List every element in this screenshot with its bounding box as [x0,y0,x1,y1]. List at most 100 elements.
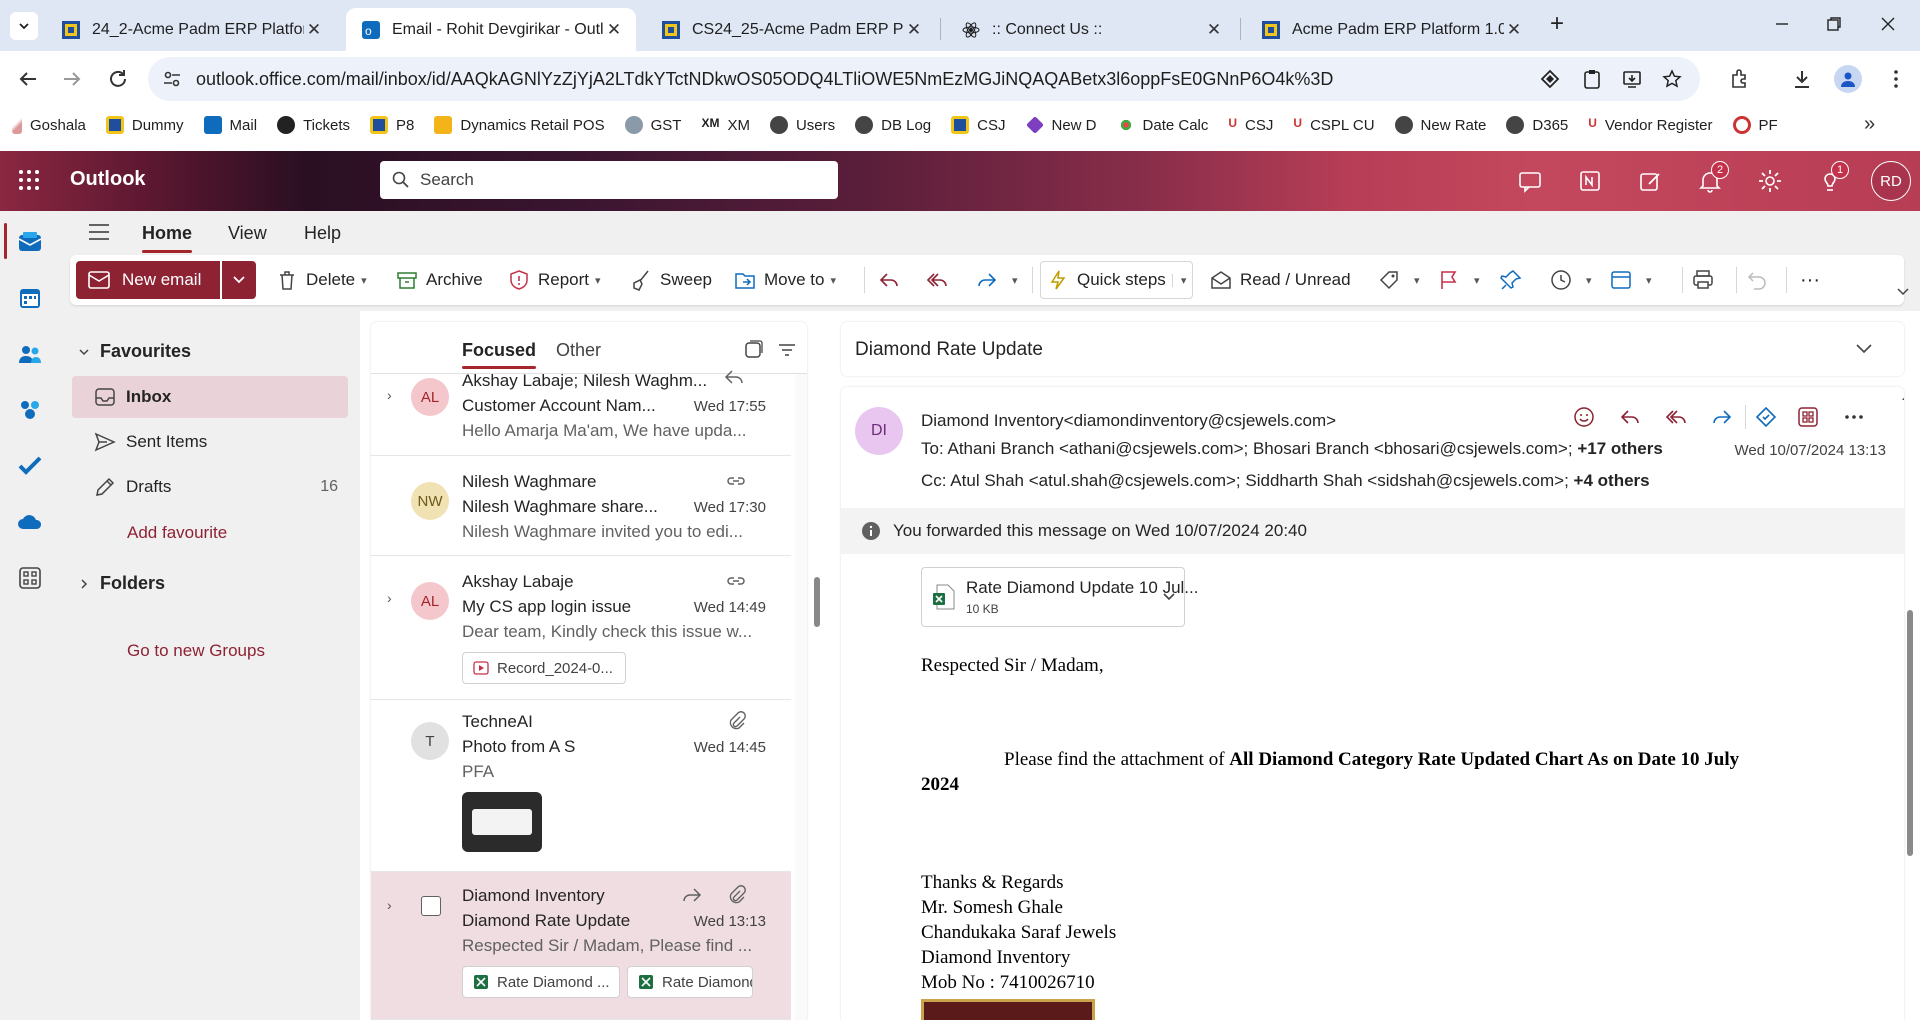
forward-button[interactable]: ▾ [976,261,1018,299]
browser-tab[interactable]: :: Connect Us :: ✕ [946,8,1236,51]
folder-sent-items[interactable]: Sent Items [72,421,348,463]
select-mode-icon[interactable] [743,340,763,360]
to-recipients[interactable]: Athani Branch <athani@csjewels.com>; Bho… [947,439,1572,458]
bookmark-item[interactable]: PF [1732,116,1778,134]
back-arrow-icon[interactable] [16,67,40,91]
folder-drafts[interactable]: Drafts 16 [72,466,348,508]
tab-other[interactable]: Other [556,340,601,361]
new-email-button[interactable]: New email [76,261,220,299]
search-box[interactable]: Search [380,161,838,199]
chevron-down-icon[interactable]: ▾ [830,274,836,287]
bookmark-item[interactable]: CSJ [951,116,1006,134]
attachment-chip[interactable]: Rate Diamond ... [462,966,620,998]
folder-inbox[interactable]: Inbox [72,376,348,418]
move-to-button[interactable]: Move to ▾ [734,261,836,299]
folders-header[interactable]: Folders [76,573,165,594]
new-email-dropdown[interactable] [222,261,256,299]
bookmark-item[interactable]: Mail [203,116,257,134]
tab-close-icon[interactable]: ✕ [1504,20,1524,40]
hamburger-menu-icon[interactable] [88,223,110,241]
browser-tab-active[interactable]: o Email - Rohit Devgirikar - Outlo ✕ [346,8,636,51]
forward-arrow-icon[interactable] [60,67,84,91]
reply-all-icon[interactable] [1664,405,1688,429]
message-item[interactable]: T TechneAI Photo from A S Wed 14:45 PFA [371,700,791,872]
read-unread-button[interactable]: Read / Unread [1210,261,1351,299]
sender-avatar[interactable]: DI [855,407,903,455]
reply-all-button[interactable] [926,261,956,299]
new-tab-button[interactable]: + [1544,12,1570,38]
ribbon-expand-chevron-icon[interactable] [1896,287,1910,297]
chevron-down-icon[interactable] [1855,342,1873,356]
app-brand[interactable]: Outlook [70,168,146,191]
tab-search-button[interactable] [10,12,38,40]
bookmark-item[interactable]: Dynamics Retail POS [434,116,605,134]
bookmark-star-icon[interactable] [1662,69,1682,89]
browser-tab[interactable]: CS24_25-Acme Padm ERP Platfc ✕ [646,8,936,51]
bookmark-item[interactable]: Dummy [105,116,184,134]
todo-app-icon[interactable] [17,453,43,479]
tab-focused[interactable]: Focused [462,340,537,369]
tab-help[interactable]: Help [304,223,341,244]
attachment-card[interactable]: Rate Diamond Update 10 Jul... 10 KB [921,567,1198,627]
message-list-scrollbar-track[interactable] [795,374,807,1020]
bookmark-item[interactable]: Date Calc [1116,116,1208,134]
bookmark-item[interactable]: GST [624,116,681,134]
chevron-right-icon[interactable]: › [387,590,392,606]
bookmark-item[interactable]: Users [769,116,835,134]
reload-icon[interactable] [106,67,130,91]
bookmark-item[interactable]: New Rate [1394,116,1486,134]
chevron-down-icon[interactable]: ▾ [1414,274,1420,287]
more-apps-icon[interactable] [17,565,43,591]
bookmark-item[interactable]: DB Log [855,116,931,134]
photo-thumbnail[interactable] [462,792,542,852]
reply-icon[interactable] [1618,405,1642,429]
chevron-right-icon[interactable]: › [387,897,392,913]
message-item[interactable]: › AL Akshay Labaje; Nilesh Waghm... Cust… [371,370,791,456]
mail-app-icon[interactable] [17,229,43,255]
extensions-puzzle-icon[interactable] [1728,67,1752,91]
pin-button[interactable] [1500,261,1530,299]
attachment-chip[interactable]: Record_2024-0... [462,652,626,684]
teams-chat-icon[interactable] [1517,168,1543,194]
apps-grid-icon[interactable] [1796,405,1820,429]
scroll-up-arrow-icon[interactable] [1901,393,1904,401]
browser-tab[interactable]: 24_2-Acme Padm ERP Platform ✕ [46,8,336,51]
forward-icon[interactable] [1710,405,1734,429]
install-app-icon[interactable] [1622,69,1642,89]
profile-avatar[interactable] [1834,65,1862,93]
flag-button[interactable]: ▾ [1438,261,1480,299]
tab-view[interactable]: View [228,223,267,244]
message-checkbox[interactable] [421,896,441,916]
chevron-down-icon[interactable]: ▾ [595,274,601,287]
rules-button[interactable]: ▾ [1610,261,1652,299]
cc-more-link[interactable]: +4 others [1574,471,1650,490]
reading-pane-scrollbar-thumb[interactable] [1907,610,1913,856]
settings-gear-icon[interactable] [1757,168,1783,194]
chevron-down-icon[interactable]: ▾ [1012,274,1018,287]
onenote-icon[interactable] [1577,168,1603,194]
undo-button[interactable] [1746,261,1776,299]
more-bookmarks-icon[interactable]: » [1864,113,1875,136]
close-window-icon[interactable] [1876,12,1900,36]
tab-close-icon[interactable]: ✕ [904,20,924,40]
site-info-icon[interactable] [162,69,182,89]
chevron-right-icon[interactable]: › [387,387,392,403]
go-to-groups-link[interactable]: Go to new Groups [127,641,265,661]
todo-edit-icon[interactable] [1637,168,1663,194]
people-app-icon[interactable] [17,341,43,367]
tab-close-icon[interactable]: ✕ [1204,20,1224,40]
minimize-icon[interactable] [1770,12,1794,36]
bookmark-item[interactable]: XM XM [701,116,750,134]
loop-component-icon[interactable] [1754,405,1778,429]
bookmark-item[interactable]: New D [1025,116,1097,134]
message-item[interactable]: NW Nilesh Waghmare Nilesh Waghmare share… [371,456,791,556]
browser-tab[interactable]: Acme Padm ERP Platform 1.00 ✕ [1246,8,1536,51]
categorize-button[interactable]: ▾ [1378,261,1420,299]
sender-line[interactable]: Diamond Inventory<diamondinventory@csjew… [921,411,1336,431]
report-button[interactable]: Report ▾ [508,261,601,299]
filter-icon[interactable] [777,340,797,360]
attachment-chip[interactable]: Rate Diamond [627,966,753,998]
browser-menu-icon[interactable] [1884,67,1908,91]
more-options-icon[interactable]: ··· [1800,261,1820,299]
message-item[interactable]: › AL Akshay Labaje My CS app login issue… [371,556,791,700]
